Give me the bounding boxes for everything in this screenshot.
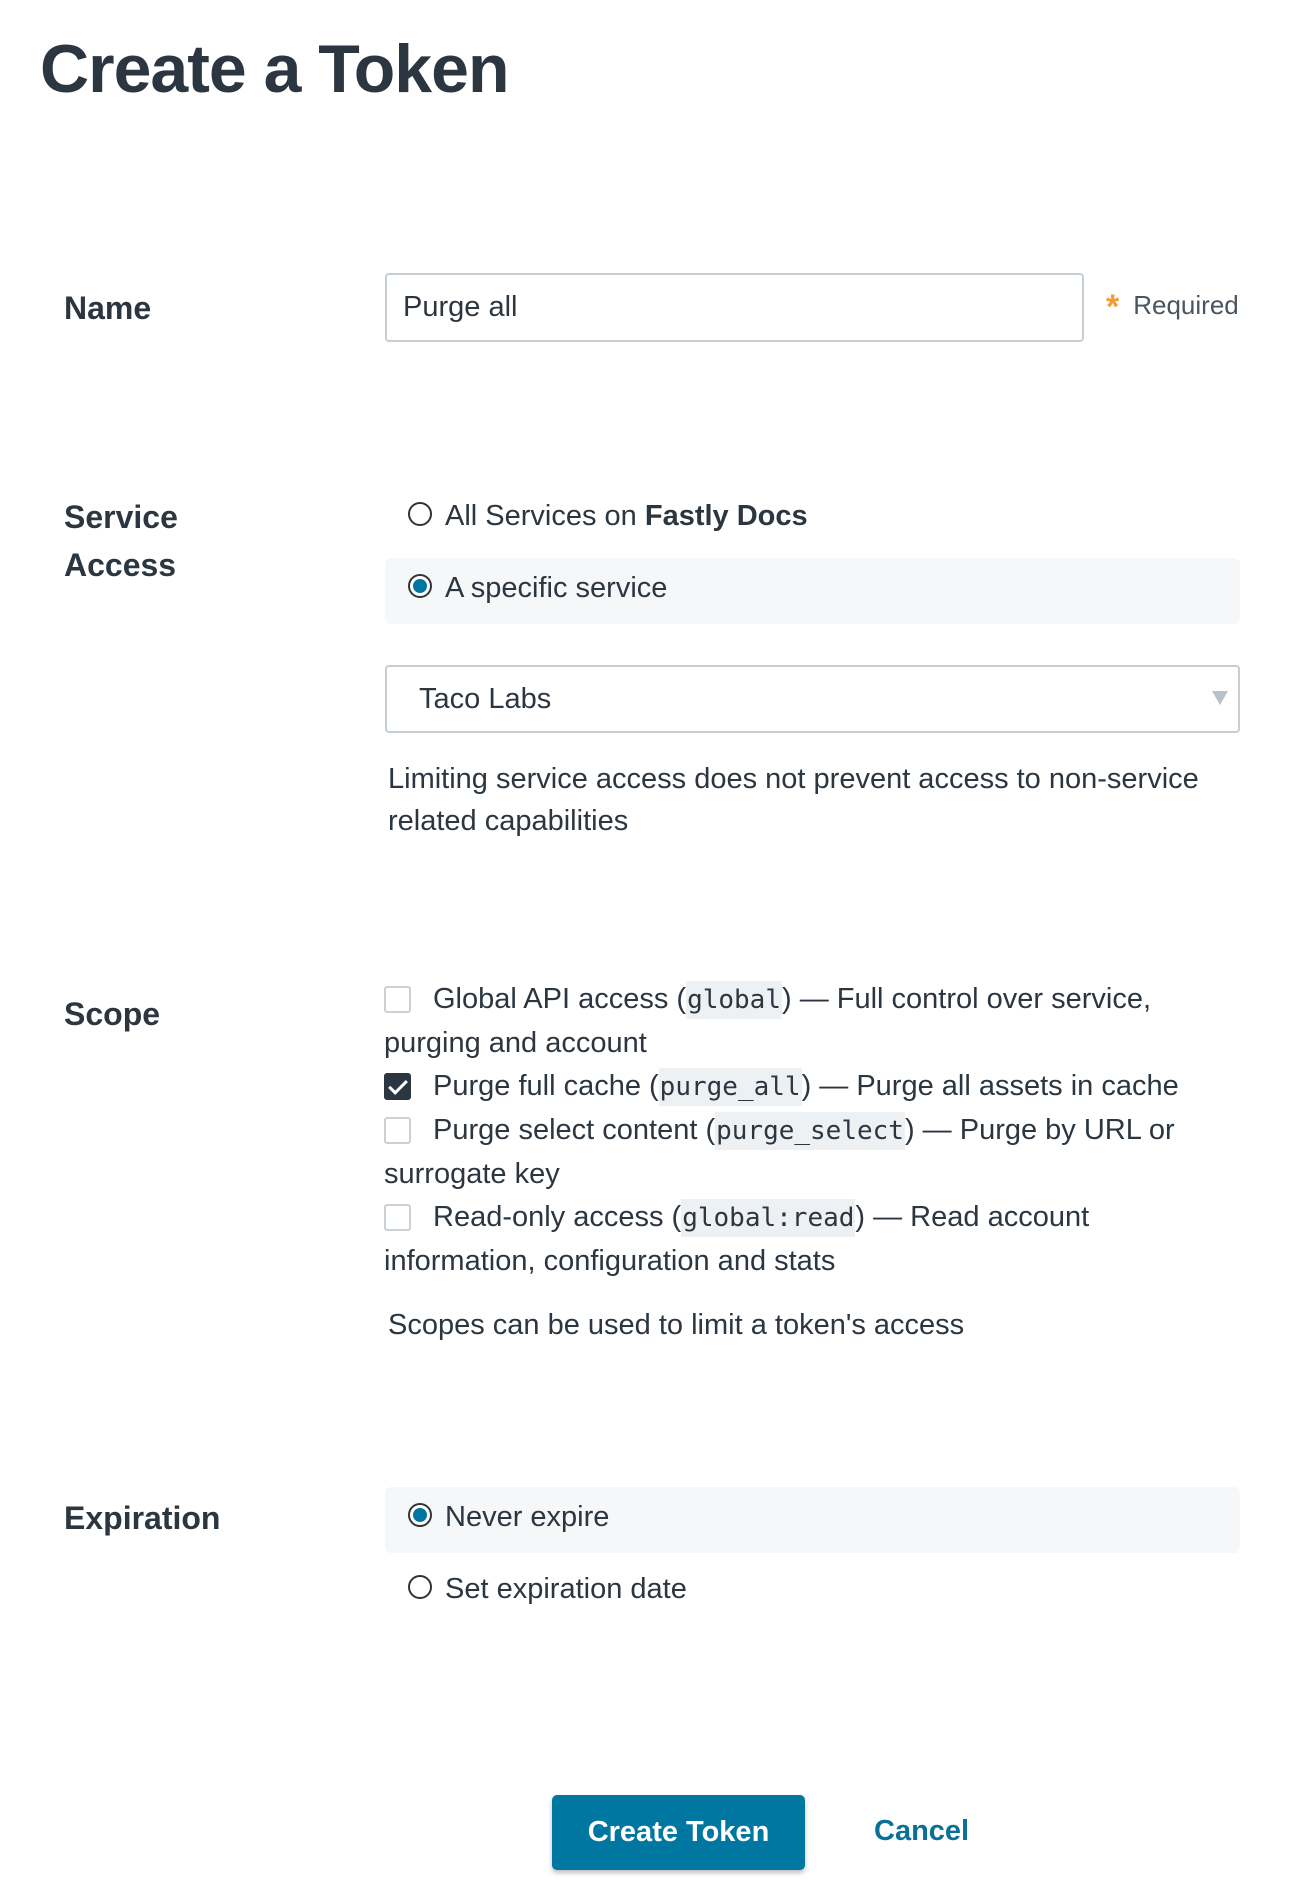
create-token-button[interactable]: Create Token: [552, 1795, 805, 1870]
radio-never-expire[interactable]: Never expire: [385, 1487, 1240, 1553]
radio-button-selected[interactable]: [408, 1503, 432, 1527]
service-select-value: Taco Labs: [419, 683, 552, 715]
checkbox[interactable]: [384, 986, 411, 1013]
radio-button-selected[interactable]: [408, 574, 432, 598]
scope-label: Scope: [64, 996, 161, 1032]
radio-label: All Services on Fastly Docs: [445, 500, 808, 532]
scope-item-global[interactable]: Global API access (global) — Full contro…: [384, 978, 1254, 1065]
service-access-label-line1: Service: [64, 499, 178, 535]
radio-set-expiration[interactable]: Set expiration date: [385, 1559, 1240, 1625]
name-input[interactable]: Purge all: [385, 273, 1084, 342]
radio-all-services[interactable]: All Services on Fastly Docs: [385, 486, 1240, 552]
service-access-label-line2: Access: [64, 547, 177, 583]
required-indicator: * Required: [1106, 288, 1239, 327]
radio-specific-service[interactable]: A specific service: [385, 558, 1240, 624]
chevron-down-icon: [1212, 691, 1228, 705]
radio-button[interactable]: [408, 502, 432, 526]
required-star-icon: *: [1106, 288, 1120, 326]
radio-label: A specific service: [445, 572, 668, 604]
cancel-link[interactable]: Cancel: [874, 1815, 969, 1848]
radio-button[interactable]: [408, 1575, 432, 1599]
service-select[interactable]: Taco Labs: [385, 665, 1240, 733]
checkbox[interactable]: [384, 1117, 411, 1144]
radio-label: Set expiration date: [445, 1573, 687, 1605]
scope-item-read-only[interactable]: Read-only access (global:read) — Read ac…: [384, 1196, 1254, 1283]
expiration-label: Expiration: [64, 1500, 221, 1536]
checkbox-checked[interactable]: [384, 1073, 411, 1100]
scope-help: Scopes can be used to limit a token's ac…: [388, 1309, 965, 1341]
name-label: Name: [64, 290, 152, 326]
scope-item-purge-select[interactable]: Purge select content (purge_select) — Pu…: [384, 1109, 1254, 1196]
service-access-help: Limiting service access does not prevent…: [388, 758, 1248, 842]
help-line: Limiting service access does not prevent…: [388, 763, 1199, 795]
required-text: Required: [1133, 290, 1239, 320]
scope-list: Global API access (global) — Full contro…: [384, 978, 1254, 1283]
page-title: Create a Token: [40, 31, 509, 107]
checkbox[interactable]: [384, 1204, 411, 1231]
help-line: related capabilities: [388, 805, 629, 837]
radio-label: Never expire: [445, 1501, 610, 1533]
service-access-label: Service Access: [64, 493, 178, 589]
scope-item-purge-all[interactable]: Purge full cache (purge_all) — Purge all…: [384, 1065, 1254, 1109]
